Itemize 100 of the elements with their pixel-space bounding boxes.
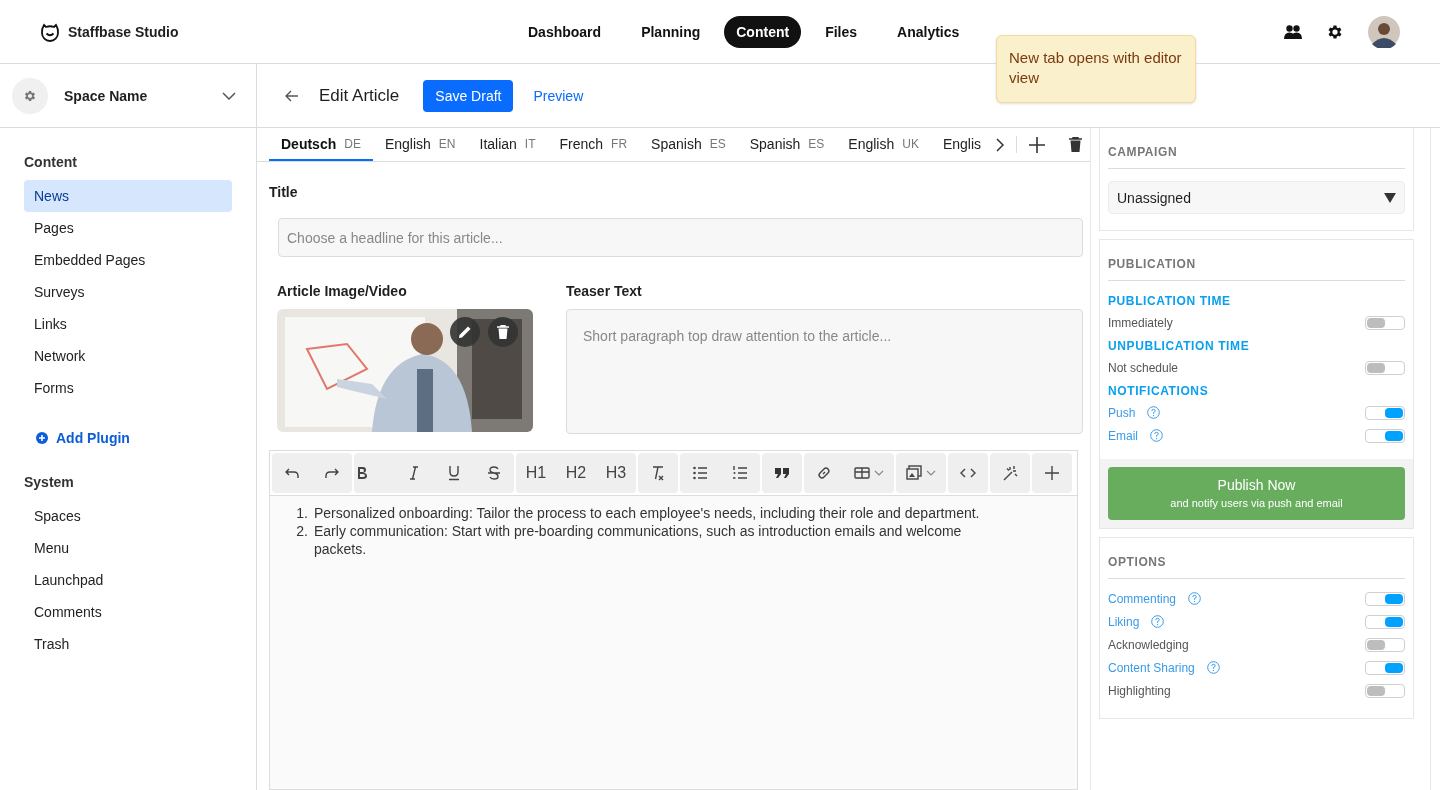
section-heading: CAMPAIGN bbox=[1108, 128, 1405, 169]
sidebar-item[interactable]: Network bbox=[24, 340, 232, 372]
heading-button[interactable]: H3 bbox=[596, 453, 636, 493]
page-title: Edit Article bbox=[319, 84, 400, 107]
back-arrow-icon[interactable] bbox=[285, 89, 299, 102]
toggle-switch[interactable] bbox=[1365, 591, 1405, 606]
dropdown-arrow-icon bbox=[1384, 192, 1396, 203]
subsection-heading: NOTIFICATIONS bbox=[1108, 383, 1210, 399]
help-icon[interactable] bbox=[1147, 406, 1161, 419]
nav-tab[interactable]: Planning bbox=[625, 16, 717, 48]
logo-icon bbox=[40, 21, 60, 42]
help-icon[interactable] bbox=[1188, 592, 1202, 605]
section-heading: Content bbox=[24, 153, 78, 172]
quote-icon bbox=[774, 465, 790, 481]
trash-icon[interactable] bbox=[1069, 137, 1082, 152]
field-label: Title bbox=[269, 183, 299, 202]
sidebar-item[interactable]: Pages bbox=[24, 212, 232, 244]
space-name[interactable]: Space Name bbox=[64, 85, 206, 106]
heading-button[interactable]: H1 bbox=[516, 453, 556, 493]
field-label: Article Image/Video bbox=[277, 282, 408, 301]
people-icon[interactable] bbox=[1284, 24, 1302, 39]
toggle-switch[interactable] bbox=[1365, 683, 1405, 698]
add-icon bbox=[36, 432, 48, 444]
nav-tab[interactable]: Analytics bbox=[881, 16, 976, 48]
trash-icon bbox=[497, 325, 509, 339]
section-heading: System bbox=[24, 473, 75, 492]
caret-icon bbox=[874, 470, 884, 476]
section-heading: PUBLICATION bbox=[1108, 240, 1405, 281]
option-label: Email bbox=[1108, 427, 1138, 445]
language-tab[interactable]: English EN bbox=[372, 128, 468, 161]
avatar[interactable] bbox=[1368, 15, 1400, 48]
clear-format-icon bbox=[650, 465, 666, 481]
add-icon bbox=[1044, 465, 1060, 481]
app-title: Staffbase Studio bbox=[68, 22, 179, 42]
add-plugin-link[interactable]: Add Plugin bbox=[56, 428, 130, 448]
gear-icon bbox=[23, 88, 37, 103]
toggle-switch[interactable] bbox=[1365, 637, 1405, 652]
save-draft-button[interactable]: Save Draft bbox=[423, 79, 514, 112]
option-label: Not schedule bbox=[1108, 359, 1179, 377]
option-label: Acknowledging bbox=[1108, 636, 1189, 654]
pencil-icon bbox=[458, 325, 472, 339]
help-icon[interactable] bbox=[1150, 429, 1163, 442]
help-icon[interactable] bbox=[1206, 661, 1220, 674]
language-tab[interactable]: Spanish ES bbox=[639, 128, 738, 161]
language-tab[interactable]: French FR bbox=[547, 128, 640, 161]
sidebar-item[interactable]: Trash bbox=[24, 628, 232, 660]
list-item: Personalized onboarding: Tailor the process to each employee's needs, including their role and department. bbox=[314, 504, 981, 522]
chevron-right-icon[interactable] bbox=[996, 137, 1004, 152]
subsection-heading: PUBLICATION TIME bbox=[1108, 293, 1232, 309]
preview-link[interactable]: Preview bbox=[533, 85, 584, 106]
toggle-switch[interactable] bbox=[1365, 660, 1405, 675]
language-tab[interactable]: Spanish ES bbox=[737, 128, 837, 161]
nav-tab[interactable]: Dashboard bbox=[512, 16, 618, 48]
sidebar-item[interactable]: Comments bbox=[24, 596, 232, 628]
nav-tab[interactable]: Files bbox=[809, 16, 874, 48]
space-avatar[interactable] bbox=[12, 77, 48, 114]
table-icon bbox=[854, 465, 870, 481]
nav-tab[interactable]: Content bbox=[724, 16, 802, 48]
magic-wand-icon bbox=[1002, 465, 1018, 481]
numbered-list-icon bbox=[732, 465, 748, 481]
option-label: Immediately bbox=[1108, 314, 1173, 332]
link-icon bbox=[816, 465, 832, 481]
sidebar-item[interactable]: News bbox=[24, 180, 232, 212]
image-icon bbox=[906, 465, 922, 481]
option-label: Content Sharing bbox=[1108, 659, 1195, 677]
language-tab[interactable]: Italian IT bbox=[467, 128, 548, 161]
option-label: Highlighting bbox=[1108, 682, 1171, 700]
caret-icon bbox=[926, 470, 936, 476]
heading-button[interactable]: H2 bbox=[556, 453, 596, 493]
section-heading: OPTIONS bbox=[1108, 538, 1405, 579]
sidebar-item[interactable]: Spaces bbox=[24, 500, 232, 532]
sidebar-item[interactable]: Embedded Pages bbox=[24, 244, 232, 276]
help-icon[interactable] bbox=[1151, 615, 1165, 628]
underline-icon bbox=[446, 465, 462, 481]
option-label: Push bbox=[1108, 404, 1136, 422]
language-tab[interactable]: Englis bbox=[930, 128, 992, 161]
list-number: 1. bbox=[295, 504, 308, 522]
campaign-select[interactable]: Unassigned bbox=[1108, 181, 1405, 214]
toggle-switch[interactable] bbox=[1365, 315, 1405, 330]
list-number: 2. bbox=[295, 522, 308, 541]
option-label: Commenting bbox=[1108, 590, 1177, 608]
toggle-switch[interactable] bbox=[1365, 614, 1405, 629]
toggle-switch[interactable] bbox=[1365, 405, 1405, 420]
sidebar-item[interactable]: Menu bbox=[24, 532, 232, 564]
language-tab[interactable]: English UK bbox=[836, 128, 931, 161]
sidebar-item[interactable]: Links bbox=[24, 308, 232, 340]
teaser-field[interactable]: Short paragraph top draw attention to the article... bbox=[566, 309, 1083, 434]
add-icon[interactable] bbox=[1029, 136, 1045, 153]
chevron-down-icon[interactable] bbox=[222, 91, 236, 100]
strikethrough-icon bbox=[486, 465, 502, 481]
sidebar-item[interactable]: Launchpad bbox=[24, 564, 232, 596]
language-tab[interactable]: Deutsch DE bbox=[269, 128, 373, 161]
field-label: Teaser Text bbox=[566, 282, 643, 301]
toggle-switch[interactable] bbox=[1365, 360, 1405, 375]
subsection-heading: UNPUBLICATION TIME bbox=[1108, 338, 1251, 354]
toggle-switch[interactable] bbox=[1365, 428, 1405, 443]
sidebar-item[interactable]: Forms bbox=[24, 372, 232, 404]
sidebar-item[interactable]: Surveys bbox=[24, 276, 232, 308]
settings-icon[interactable] bbox=[1326, 22, 1344, 41]
title-field[interactable]: Choose a headline for this article... bbox=[278, 218, 1083, 257]
